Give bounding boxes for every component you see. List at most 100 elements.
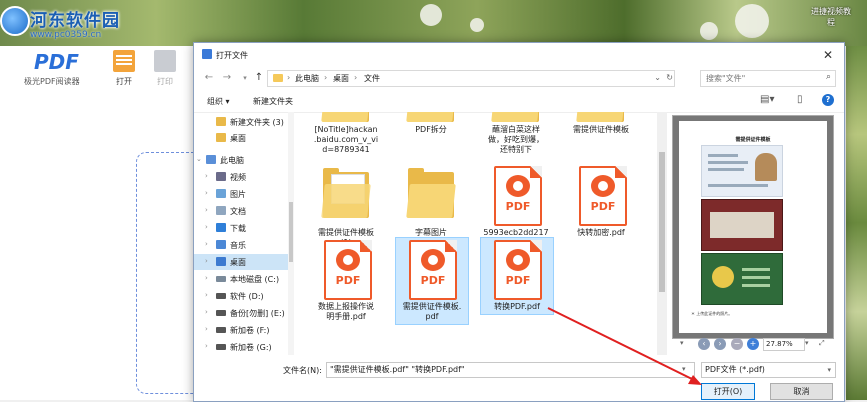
- fit-page-icon[interactable]: ⤢: [819, 339, 825, 348]
- tree-item-drive-c[interactable]: › 本地磁盘 (C:): [194, 271, 294, 287]
- dialog-title: 打开文件: [216, 51, 248, 60]
- cancel-button[interactable]: 取消: [770, 383, 833, 400]
- folder-icon: [216, 133, 226, 142]
- chevron-right-icon[interactable]: ›: [205, 257, 208, 265]
- view-options-icon[interactable]: ▤▾: [760, 94, 774, 105]
- open-button[interactable]: 打开: [107, 50, 141, 87]
- new-folder-button[interactable]: 新建文件夹: [253, 96, 293, 107]
- address-bar[interactable]: › 此电脑 › 桌面 › 文件 ⌄ ↻: [267, 70, 675, 87]
- tree-item-new-folder[interactable]: 新建文件夹 (3): [194, 114, 294, 130]
- chevron-right-icon[interactable]: ›: [205, 291, 208, 299]
- tree-item-desktop-folder[interactable]: 桌面: [194, 130, 294, 146]
- app-logo: PDF: [34, 50, 79, 74]
- preview-pane-icon[interactable]: ▯: [797, 94, 803, 105]
- close-button[interactable]: ✕: [818, 45, 838, 65]
- tree-item-videos[interactable]: › 视频: [194, 169, 294, 185]
- chevron-right-icon[interactable]: ›: [205, 172, 208, 180]
- documents-icon: [216, 206, 226, 215]
- watermark-logo-icon: [0, 6, 30, 36]
- tree-label: 新加卷 (G:): [230, 343, 272, 352]
- desktop-icon: [216, 257, 226, 266]
- file-item[interactable]: PDF拆分: [395, 112, 467, 172]
- forward-arrow-icon[interactable]: →: [220, 71, 234, 85]
- tree-item-downloads[interactable]: › 下载: [194, 220, 294, 236]
- tree-item-desktop[interactable]: › 桌面: [194, 254, 294, 270]
- breadcrumb-this-pc[interactable]: 此电脑: [295, 73, 319, 84]
- chevron-right-icon[interactable]: ›: [205, 308, 208, 316]
- open-file-dialog: 打开文件 ✕ ← → ▾ ↑ › 此电脑 › 桌面 › 文件 ⌄ ↻ 搜索"文件…: [193, 42, 845, 402]
- file-label: 需提供证件模板: [573, 125, 629, 134]
- tree-item-music[interactable]: › 音乐: [194, 237, 294, 253]
- tree-item-drive-g[interactable]: › 新加卷 (G:): [194, 339, 294, 355]
- video-tutorial-button[interactable]: 进捷视频教 程: [801, 6, 861, 28]
- file-item[interactable]: [NoTitle]hackan .baidu.com_v_vi d=878934…: [310, 112, 382, 172]
- id-card-front-image: [701, 145, 783, 197]
- scroll-thumb[interactable]: [289, 202, 293, 262]
- tree-item-drive-d[interactable]: › 软件 (D:): [194, 288, 294, 304]
- scroll-thumb[interactable]: [659, 152, 665, 292]
- tree-label: 文档: [230, 207, 246, 216]
- file-item[interactable]: 蘸溜白菜这样 做，好吃到爆， 还特别下: [480, 112, 552, 172]
- drive-icon: [216, 310, 226, 316]
- chevron-right-icon[interactable]: ›: [205, 223, 208, 231]
- chevron-right-icon[interactable]: ›: [205, 240, 208, 248]
- chevron-down-icon[interactable]: ▾: [805, 339, 809, 347]
- open-icon: [113, 50, 135, 72]
- preview-footer: ＊ 上传此证件的照片。: [691, 311, 733, 316]
- recent-chevron-icon[interactable]: ▾: [238, 71, 252, 85]
- zoom-level[interactable]: 27.87%: [763, 338, 805, 351]
- search-box[interactable]: 搜索"文件" ⌕: [700, 70, 836, 87]
- chevron-down-icon[interactable]: ▾: [680, 339, 684, 347]
- navigation-tree: 新建文件夹 (3) 桌面 ⌄ 此电脑 › 视频 › 图片 › 文档 › 下载 ›…: [194, 112, 294, 355]
- tree-label: 视频: [230, 173, 246, 182]
- file-label: 快转加密.pdf: [577, 228, 625, 237]
- search-icon: ⌕: [825, 72, 831, 82]
- tree-item-this-pc[interactable]: ⌄ 此电脑: [194, 152, 294, 168]
- tree-item-documents[interactable]: › 文档: [194, 203, 294, 219]
- chevron-down-icon[interactable]: ⌄: [654, 73, 661, 82]
- zoom-out-icon[interactable]: −: [731, 338, 743, 350]
- tree-item-pictures[interactable]: › 图片: [194, 186, 294, 202]
- drive-icon: [216, 293, 226, 299]
- up-arrow-icon[interactable]: ↑: [252, 71, 266, 85]
- tree-item-drive-e[interactable]: › 备份[勿删] (E:): [194, 305, 294, 321]
- filename-input[interactable]: "需提供证件模板.pdf" "转换PDF.pdf": [326, 362, 695, 378]
- chevron-right-icon[interactable]: ›: [205, 342, 208, 350]
- open-file-button[interactable]: 打开(O): [701, 383, 755, 400]
- print-button[interactable]: 打印: [148, 50, 182, 87]
- file-label: [NoTitle]hackan .baidu.com_v_vi d=878934…: [313, 125, 379, 154]
- file-item[interactable]: PDF 快转加密.pdf: [565, 166, 637, 272]
- chevron-right-icon[interactable]: ›: [205, 206, 208, 214]
- prev-page-icon[interactable]: ‹: [698, 338, 710, 350]
- file-item-selected[interactable]: PDF 转换PDF.pdf: [480, 237, 554, 315]
- file-item[interactable]: 需提供证件模板: [565, 112, 637, 172]
- organize-menu[interactable]: 组织 ▾: [207, 96, 230, 107]
- back-arrow-icon[interactable]: ←: [202, 71, 216, 85]
- file-item-selected[interactable]: PDF 需提供证件模板. pdf: [395, 237, 469, 325]
- folder-icon: [406, 112, 456, 122]
- filename-row: 文件名(N): "需提供证件模板.pdf" "转换PDF.pdf" ▾ PDF文…: [194, 361, 844, 379]
- tree-label: 备份[勿删] (E:): [230, 309, 285, 318]
- chevron-right-icon[interactable]: ›: [205, 189, 208, 197]
- refresh-icon[interactable]: ↻: [666, 73, 673, 82]
- tree-scrollbar[interactable]: [288, 112, 294, 355]
- filetype-select[interactable]: PDF文件 (*.pdf) ▾: [701, 362, 836, 378]
- files-scrollbar[interactable]: [657, 112, 667, 355]
- file-item[interactable]: PDF 数据上报操作说 明手册.pdf: [310, 237, 382, 323]
- open-label: 打开: [116, 77, 132, 86]
- chevron-down-icon[interactable]: ▾: [682, 365, 686, 373]
- breadcrumb-files[interactable]: 文件: [364, 73, 380, 84]
- next-page-icon[interactable]: ›: [714, 338, 726, 350]
- breadcrumb-desktop[interactable]: 桌面: [333, 73, 349, 84]
- folder-icon: [491, 112, 541, 122]
- tree-item-drive-f[interactable]: › 新加卷 (F:): [194, 322, 294, 338]
- chevron-right-icon[interactable]: ›: [205, 274, 208, 282]
- preview-controls: ▾ ‹ › − + 27.87% ▾ ⤢: [672, 337, 832, 351]
- zoom-in-icon[interactable]: +: [747, 338, 759, 350]
- chevron-right-icon[interactable]: ›: [205, 325, 208, 333]
- expand-chevron-icon[interactable]: ⌄: [196, 155, 202, 163]
- help-icon[interactable]: ?: [822, 94, 834, 106]
- preview-pane: 需提供证件模板 ＊ 上传此证件的照片。: [672, 115, 834, 339]
- preview-page-title: 需提供证件模板: [735, 137, 771, 143]
- pdf-icon: PDF: [409, 240, 457, 300]
